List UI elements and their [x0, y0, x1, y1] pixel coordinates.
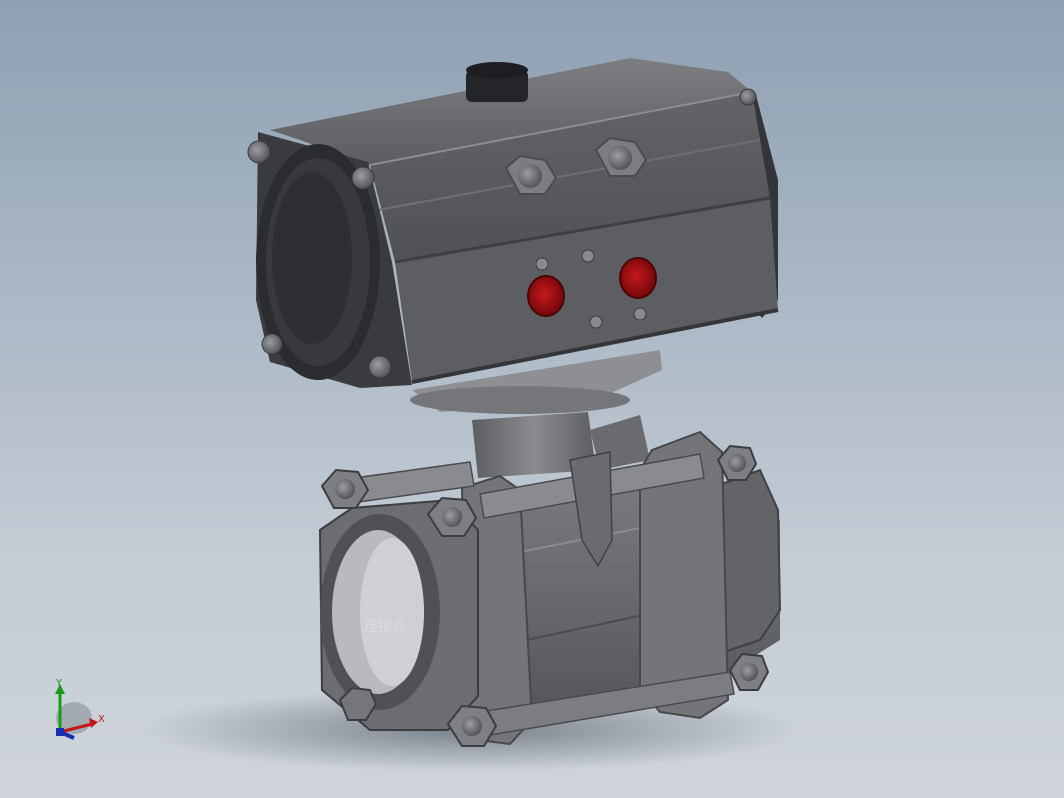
- y-axis-label: Y: [56, 678, 63, 689]
- cap-bolt: [368, 355, 392, 379]
- cap-bolt: [351, 166, 375, 190]
- mount-hole: [535, 257, 549, 271]
- hex-nut: [716, 444, 758, 481]
- cap-bolt: [739, 88, 757, 106]
- mount-hole: [633, 307, 647, 321]
- ball-valve-3d-model[interactable]: [0, 0, 1064, 798]
- pneumatic-actuator[interactable]: [247, 58, 779, 414]
- x-axis-label: X: [98, 714, 105, 725]
- red-port-left: [527, 275, 565, 317]
- graphics-viewport[interactable]: 连接点 Y X: [0, 0, 1064, 798]
- coordinate-triad: [55, 684, 98, 740]
- cap-bolt: [247, 140, 271, 164]
- mount-hole: [581, 249, 595, 263]
- cap-bolt: [261, 333, 283, 355]
- connection-point-label: 连接点: [364, 619, 406, 635]
- mount-hole: [589, 315, 603, 329]
- red-port-right: [619, 257, 657, 299]
